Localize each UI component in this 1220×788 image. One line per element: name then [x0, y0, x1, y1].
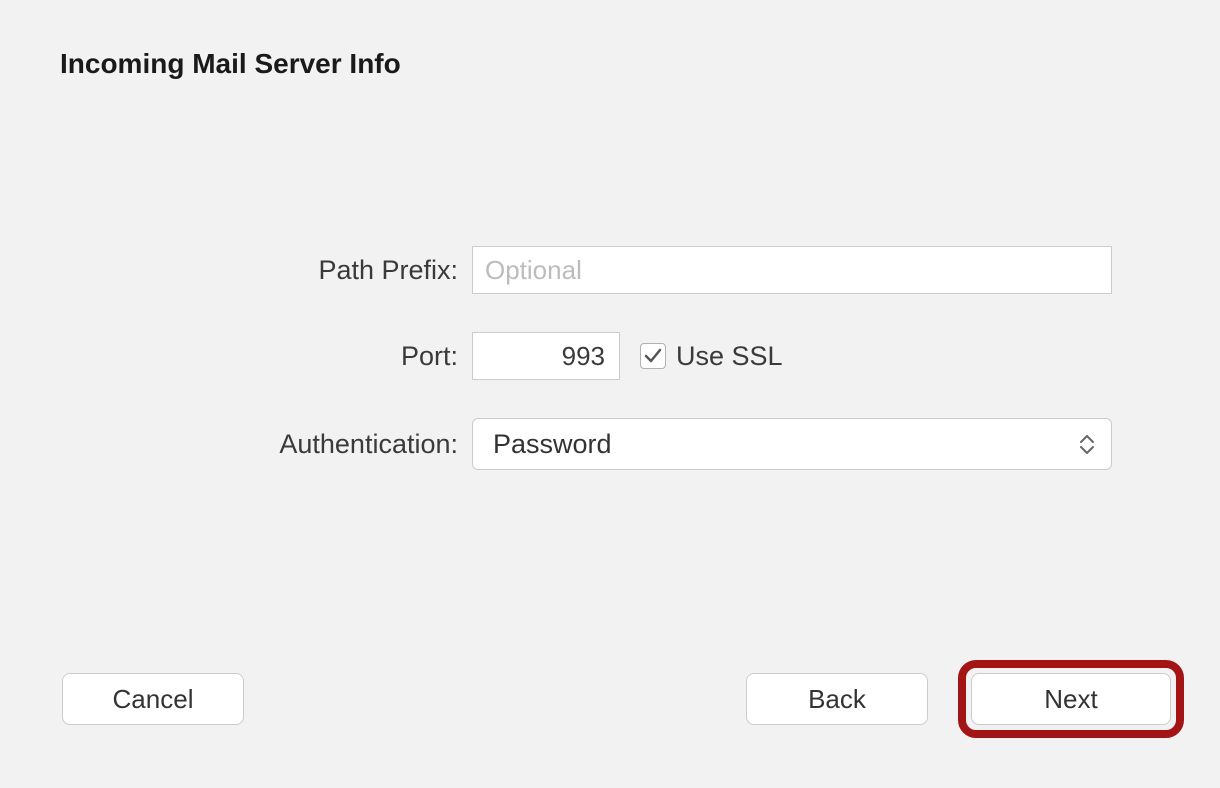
row-port: Port: Use SSL [0, 332, 1220, 380]
back-button[interactable]: Back [746, 673, 928, 725]
row-authentication: Authentication: Password [0, 418, 1220, 470]
form-area: Path Prefix: Port: Use SSL Authenticatio… [0, 246, 1220, 508]
path-prefix-label: Path Prefix: [0, 255, 472, 286]
row-path-prefix: Path Prefix: [0, 246, 1220, 294]
checkmark-icon [643, 346, 663, 366]
button-row: Cancel Back Next [0, 660, 1220, 738]
authentication-value: Password [493, 429, 612, 460]
cancel-button[interactable]: Cancel [62, 673, 244, 725]
authentication-label: Authentication: [0, 429, 472, 460]
use-ssl-checkbox[interactable] [640, 343, 666, 369]
port-input[interactable] [472, 332, 620, 380]
use-ssl-label: Use SSL [676, 341, 783, 372]
next-button[interactable]: Next [971, 673, 1171, 725]
stepper-icon [1079, 435, 1095, 454]
next-highlight-annotation: Next [958, 660, 1184, 738]
path-prefix-input[interactable] [472, 246, 1112, 294]
panel-title: Incoming Mail Server Info [60, 48, 401, 80]
authentication-select[interactable]: Password [472, 418, 1112, 470]
port-label: Port: [0, 341, 472, 372]
